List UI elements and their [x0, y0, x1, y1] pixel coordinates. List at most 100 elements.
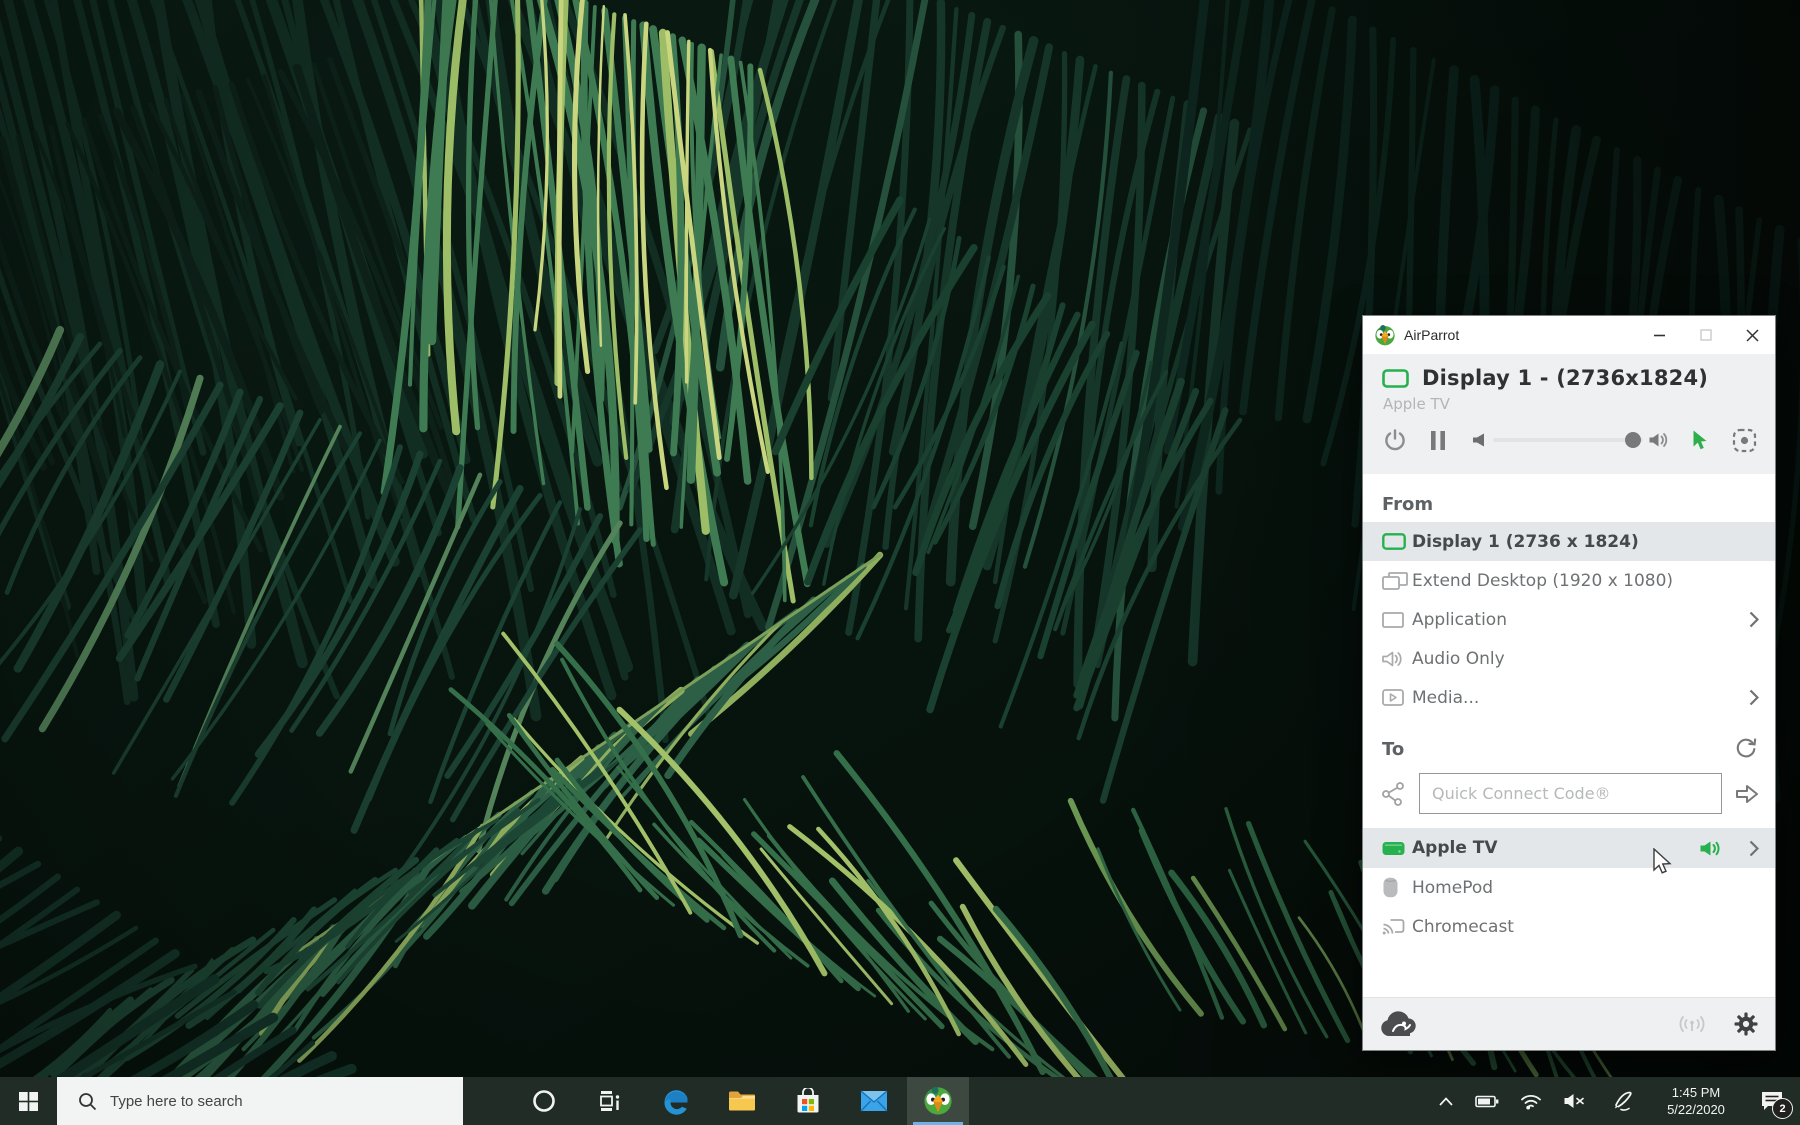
playback-controls	[1382, 425, 1775, 455]
taskbar: Type here to search	[0, 1077, 1800, 1125]
power-button[interactable]	[1384, 429, 1406, 451]
quick-connect-input[interactable]	[1419, 773, 1722, 814]
clock-time: 1:45 PM	[1672, 1084, 1720, 1101]
extend-desktop-icon	[1382, 572, 1412, 590]
volume-low-icon[interactable]	[1472, 433, 1485, 447]
remote-pointer-button[interactable]	[1692, 430, 1708, 451]
from-item-label: Audio Only	[1412, 649, 1505, 669]
battery-icon	[1475, 1095, 1499, 1108]
edge-icon	[662, 1087, 690, 1115]
file-explorer-button[interactable]	[709, 1077, 775, 1125]
start-button[interactable]	[0, 1077, 57, 1125]
from-item-media[interactable]: Media...	[1363, 678, 1775, 717]
maximize-icon	[1700, 329, 1712, 341]
cortana-button[interactable]	[511, 1077, 577, 1125]
chevron-right-icon	[1749, 611, 1759, 628]
device-label: HomePod	[1412, 878, 1493, 898]
to-device-chromecast[interactable]: Chromecast	[1363, 907, 1775, 946]
mirroring-title: Display 1 - (2736x1824)	[1422, 366, 1708, 390]
device-audio-on-icon[interactable]	[1700, 840, 1722, 857]
microsoft-store-button[interactable]	[775, 1077, 841, 1125]
taskbar-clock[interactable]: 1:45 PM 5/22/2020	[1648, 1077, 1744, 1125]
chevron-right-icon	[1749, 840, 1759, 857]
mail-button[interactable]	[841, 1077, 907, 1125]
chevron-up-icon	[1439, 1097, 1453, 1106]
media-icon	[1382, 689, 1412, 706]
submit-code-button[interactable]	[1735, 784, 1759, 804]
from-item-audio-only[interactable]: Audio Only	[1363, 639, 1775, 678]
chevron-right-icon	[1749, 689, 1759, 706]
from-item-display1[interactable]: Display 1 (2736 x 1824)	[1363, 522, 1775, 561]
clock-date: 5/22/2020	[1667, 1101, 1725, 1118]
task-view-button[interactable]	[577, 1077, 643, 1125]
taskbar-search[interactable]: Type here to search	[57, 1077, 463, 1125]
airparrot-icon	[923, 1086, 953, 1116]
mail-icon	[860, 1090, 888, 1112]
windows-logo-icon	[19, 1092, 38, 1111]
from-item-extend-desktop[interactable]: Extend Desktop (1920 x 1080)	[1363, 561, 1775, 600]
display-icon	[1382, 369, 1409, 388]
search-placeholder: Type here to search	[110, 1093, 243, 1110]
volume-muted-icon	[1564, 1093, 1586, 1109]
capture-frame-button[interactable]	[1732, 428, 1757, 453]
mirroring-target: Apple TV	[1383, 395, 1775, 413]
file-explorer-icon	[728, 1089, 756, 1113]
volume-tray-button[interactable]	[1552, 1077, 1598, 1125]
audio-only-icon	[1382, 650, 1412, 668]
mouse-cursor	[1652, 848, 1674, 876]
quick-connect-row	[1363, 773, 1775, 814]
from-item-application[interactable]: Application	[1363, 600, 1775, 639]
battery-tray-button[interactable]	[1464, 1077, 1510, 1125]
window-title: AirParrot	[1404, 327, 1637, 343]
action-center-button[interactable]: 2	[1744, 1077, 1800, 1125]
refresh-button[interactable]	[1735, 737, 1757, 761]
close-icon	[1746, 329, 1759, 342]
settings-gear-button[interactable]	[1734, 1012, 1758, 1036]
now-mirroring-header: Display 1 - (2736x1824) Apple TV	[1363, 354, 1775, 474]
maximize-button[interactable]	[1683, 316, 1729, 354]
volume-high-icon[interactable]	[1649, 432, 1669, 448]
volume-slider[interactable]	[1493, 438, 1643, 442]
task-view-icon	[598, 1089, 622, 1113]
window-footer	[1363, 997, 1775, 1050]
window-content: From Display 1 (2736 x 1824) Extend Desk…	[1363, 474, 1775, 997]
display-icon	[1382, 533, 1412, 550]
device-label: Chromecast	[1412, 917, 1514, 937]
notification-badge: 2	[1772, 1098, 1793, 1119]
hidden-icons-button[interactable]	[1428, 1077, 1464, 1125]
pen-icon	[1612, 1091, 1634, 1111]
wifi-icon	[1520, 1093, 1542, 1110]
to-device-homepod[interactable]: HomePod	[1363, 868, 1775, 907]
network-tray-button[interactable]	[1510, 1077, 1552, 1125]
desktop: { "win": { "title": "AirParrot", "header…	[0, 0, 1800, 1125]
edge-button[interactable]	[643, 1077, 709, 1125]
windows-ink-tray-button[interactable]	[1598, 1077, 1648, 1125]
quick-connect-icon	[1381, 781, 1406, 806]
broadcast-status-icon	[1678, 1013, 1706, 1035]
homepod-icon	[1382, 877, 1412, 898]
chromecast-icon	[1382, 917, 1412, 936]
from-item-label: Application	[1412, 610, 1507, 630]
to-section-label: To	[1382, 739, 1404, 760]
from-item-label: Display 1 (2736 x 1824)	[1412, 532, 1639, 552]
device-label: Apple TV	[1412, 838, 1498, 858]
airparrot-taskbar-button[interactable]	[907, 1077, 969, 1125]
from-item-label: Media...	[1412, 688, 1479, 708]
close-button[interactable]	[1729, 316, 1775, 354]
volume-slider-knob[interactable]	[1625, 432, 1641, 448]
from-item-label: Extend Desktop (1920 x 1080)	[1412, 571, 1673, 591]
cortana-icon	[532, 1089, 556, 1113]
minimize-icon	[1654, 329, 1666, 341]
airparrot-logo-icon	[1374, 324, 1396, 346]
from-section-label: From	[1382, 494, 1775, 515]
minimize-button[interactable]	[1637, 316, 1683, 354]
application-icon	[1382, 612, 1412, 628]
titlebar[interactable]: AirParrot	[1363, 316, 1775, 354]
airparrot-window: AirParrot Display 1 - (2736x1824) Apple …	[1362, 315, 1776, 1051]
squirrels-cloud-logo-icon[interactable]	[1380, 1011, 1418, 1038]
to-device-apple-tv[interactable]: Apple TV	[1363, 828, 1775, 868]
search-icon	[78, 1092, 97, 1111]
apple-tv-icon	[1382, 841, 1412, 856]
microsoft-store-icon	[795, 1088, 821, 1114]
pause-button[interactable]	[1430, 430, 1446, 451]
